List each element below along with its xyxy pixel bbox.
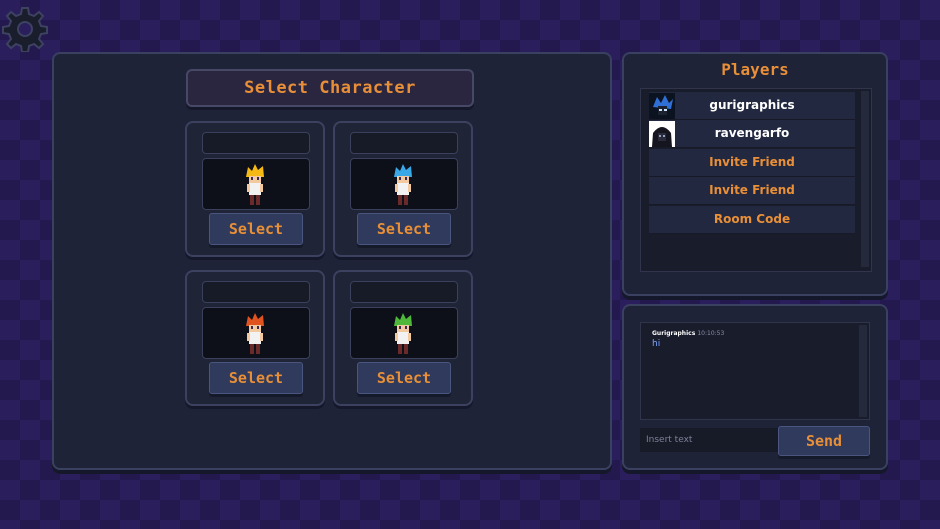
character-card-2: Select (333, 121, 473, 257)
character-preview (202, 158, 310, 210)
players-list: gurigraphics ravengarfo Invite Friend In… (640, 88, 872, 272)
player-row: gurigraphics (649, 92, 855, 120)
invite-friend-button[interactable]: Invite Friend (649, 149, 855, 177)
character-preview (202, 307, 310, 359)
avatar (649, 93, 675, 119)
scrollbar[interactable] (861, 91, 869, 267)
character-name-box (350, 132, 458, 154)
players-panel: Players gurigraphics ravengarfo Invite F… (622, 52, 888, 296)
select-button[interactable]: Select (209, 213, 303, 245)
gear-icon[interactable] (2, 6, 48, 52)
character-sprite-icon (246, 164, 264, 205)
room-code-button[interactable]: Room Code (649, 206, 855, 234)
select-button[interactable]: Select (209, 362, 303, 394)
send-button[interactable]: Send (778, 426, 870, 456)
invite-friend-button[interactable]: Invite Friend (649, 177, 855, 205)
character-select-panel: Select Character Select Select Select Se… (52, 52, 612, 470)
character-sprite-icon (394, 313, 412, 354)
chat-input[interactable] (640, 428, 782, 452)
player-name: ravengarfo (714, 126, 790, 140)
select-character-title: Select Character (186, 69, 474, 107)
character-card-4: Select (333, 270, 473, 406)
character-preview (350, 307, 458, 359)
character-name-box (350, 281, 458, 303)
character-card-3: Select (185, 270, 325, 406)
character-card-1: Select (185, 121, 325, 257)
character-sprite-icon (394, 164, 412, 205)
select-button[interactable]: Select (357, 362, 451, 394)
avatar (649, 121, 675, 147)
select-button[interactable]: Select (357, 213, 451, 245)
scrollbar[interactable] (859, 325, 867, 417)
chat-message-text: hi (652, 339, 661, 349)
character-name-box (202, 132, 310, 154)
character-sprite-icon (246, 313, 264, 354)
chat-message-header: Gurigraphics 10:10:53 (652, 330, 724, 337)
chat-panel: Gurigraphics 10:10:53 hi Send (622, 304, 888, 470)
character-preview (350, 158, 458, 210)
chat-timestamp: 10:10:53 (697, 330, 725, 337)
players-title: Players (721, 60, 789, 79)
character-name-box (202, 281, 310, 303)
chat-messages: Gurigraphics 10:10:53 hi (640, 322, 870, 420)
player-name: gurigraphics (709, 98, 795, 112)
chat-author: Gurigraphics (652, 330, 696, 337)
player-row: ravengarfo (649, 120, 855, 148)
